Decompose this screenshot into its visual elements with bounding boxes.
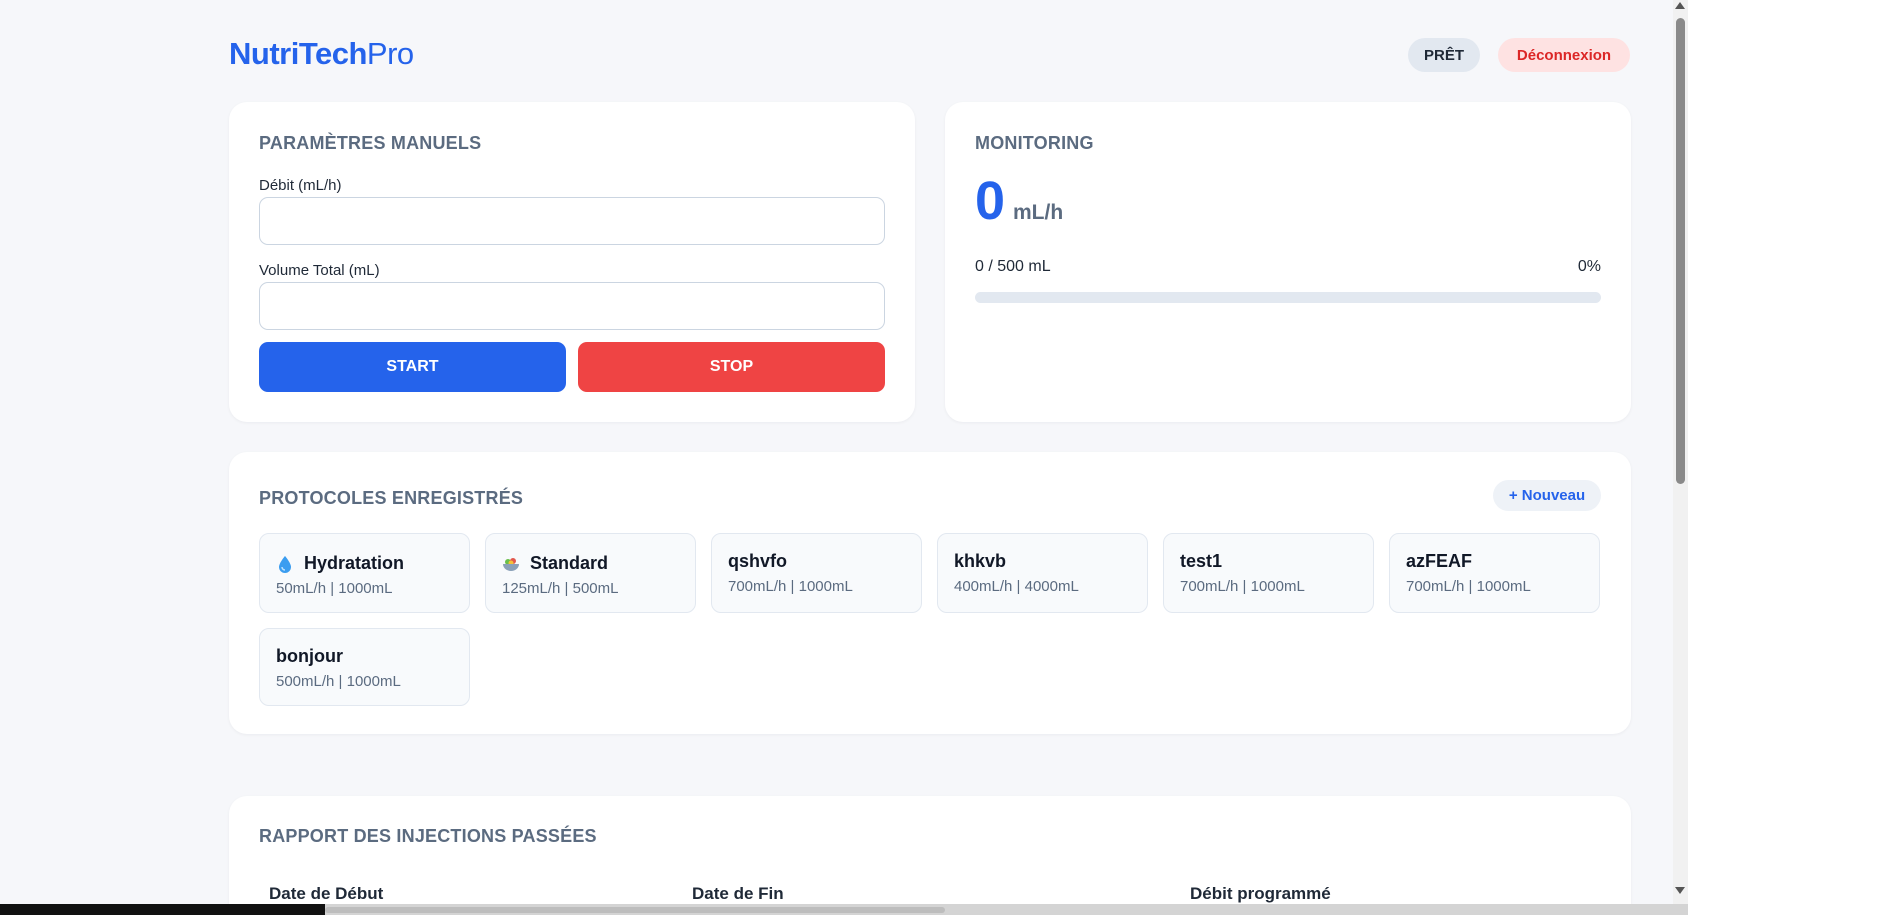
protocol-name: azFEAF <box>1406 551 1473 571</box>
current-rate-value: 0 <box>975 171 1006 231</box>
manual-params-card: PARAMÈTRES MANUELS Débit (mL/h) Volume T… <box>229 102 915 422</box>
protocol-meta: 700mL/h | 1000mL <box>1406 578 1531 595</box>
brand-light-text: Pro <box>366 36 414 71</box>
protocol-name: bonjour <box>276 646 343 666</box>
start-button[interactable]: START <box>259 342 566 392</box>
table-header-end-date: Date de Fin <box>692 884 784 903</box>
salad-bowl-icon <box>503 557 519 571</box>
app-logo: NutriTechPro <box>229 36 414 72</box>
progress-bar <box>975 292 1601 303</box>
manual-params-title: PARAMÈTRES MANUELS <box>259 133 482 153</box>
stop-button[interactable]: STOP <box>578 342 885 392</box>
protocol-meta: 700mL/h | 1000mL <box>1180 578 1305 595</box>
current-rate-unit: mL/h <box>1013 201 1064 224</box>
volume-input[interactable] <box>259 282 885 330</box>
volume-label: Volume Total (mL) <box>259 262 380 279</box>
protocol-card[interactable]: Hydratation 50mL/h | 1000mL <box>259 533 470 613</box>
brand-bold-text: NutriTech <box>229 36 367 71</box>
protocol-name-row: Standard <box>502 553 608 574</box>
horizontal-scrollbar[interactable] <box>0 904 1688 915</box>
report-title: RAPPORT DES INJECTIONS PASSÉES <box>259 826 597 846</box>
protocol-name: Hydratation <box>304 553 405 573</box>
horizontal-scrollbar-thumb[interactable] <box>325 907 945 913</box>
protocols-card: PROTOCOLES ENREGISTRÉS + Nouveau Hydrata… <box>229 452 1631 734</box>
protocol-name: test1 <box>1180 551 1223 571</box>
report-card: RAPPORT DES INJECTIONS PASSÉES Date de D… <box>229 796 1631 915</box>
protocol-meta: 125mL/h | 500mL <box>502 580 619 597</box>
scroll-up-arrow-icon[interactable] <box>1675 2 1685 9</box>
water-drop-icon <box>279 555 291 573</box>
new-protocol-button[interactable]: + Nouveau <box>1493 480 1601 511</box>
protocol-meta: 400mL/h | 4000mL <box>954 578 1079 595</box>
protocol-card[interactable]: bonjour 500mL/h | 1000mL <box>259 628 470 706</box>
logout-button[interactable]: Déconnexion <box>1498 38 1630 72</box>
table-header-start-date: Date de Début <box>269 884 384 903</box>
protocol-card[interactable]: khkvb 400mL/h | 4000mL <box>937 533 1148 613</box>
rate-label: Débit (mL/h) <box>259 177 342 194</box>
app-page: NutriTechPro PRÊT Déconnexion PARAMÈTRES… <box>0 0 1688 915</box>
table-header-programmed-rate: Débit programmé <box>1190 884 1331 903</box>
taskbar-strip <box>0 904 325 915</box>
protocol-name-row: Hydratation <box>276 553 404 574</box>
protocol-meta: 50mL/h | 1000mL <box>276 580 393 597</box>
protocol-name: qshvfo <box>728 551 788 571</box>
protocol-meta: 500mL/h | 1000mL <box>276 673 401 690</box>
protocol-card[interactable]: test1 700mL/h | 1000mL <box>1163 533 1374 613</box>
blank-area <box>1688 0 1898 915</box>
protocols-title: PROTOCOLES ENREGISTRÉS <box>259 488 524 508</box>
protocol-card[interactable]: azFEAF 700mL/h | 1000mL <box>1389 533 1600 613</box>
protocol-card[interactable]: Standard 125mL/h | 500mL <box>485 533 696 613</box>
protocol-name: Standard <box>530 553 609 573</box>
protocol-card[interactable]: qshvfo 700mL/h | 1000mL <box>711 533 922 613</box>
monitoring-title: MONITORING <box>975 133 1094 153</box>
protocol-meta: 700mL/h | 1000mL <box>728 578 853 595</box>
scrollbar-thumb[interactable] <box>1676 18 1685 484</box>
protocol-name: khkvb <box>954 551 1007 571</box>
scroll-down-arrow-icon[interactable] <box>1675 887 1685 894</box>
monitoring-card: MONITORING 0 mL/h 0 / 500 mL 0% <box>945 102 1631 422</box>
volume-progress-text: 0 / 500 mL <box>975 258 1051 275</box>
status-badge: PRÊT <box>1408 38 1480 72</box>
rate-input[interactable] <box>259 197 885 245</box>
percent-text: 0% <box>1577 258 1601 275</box>
